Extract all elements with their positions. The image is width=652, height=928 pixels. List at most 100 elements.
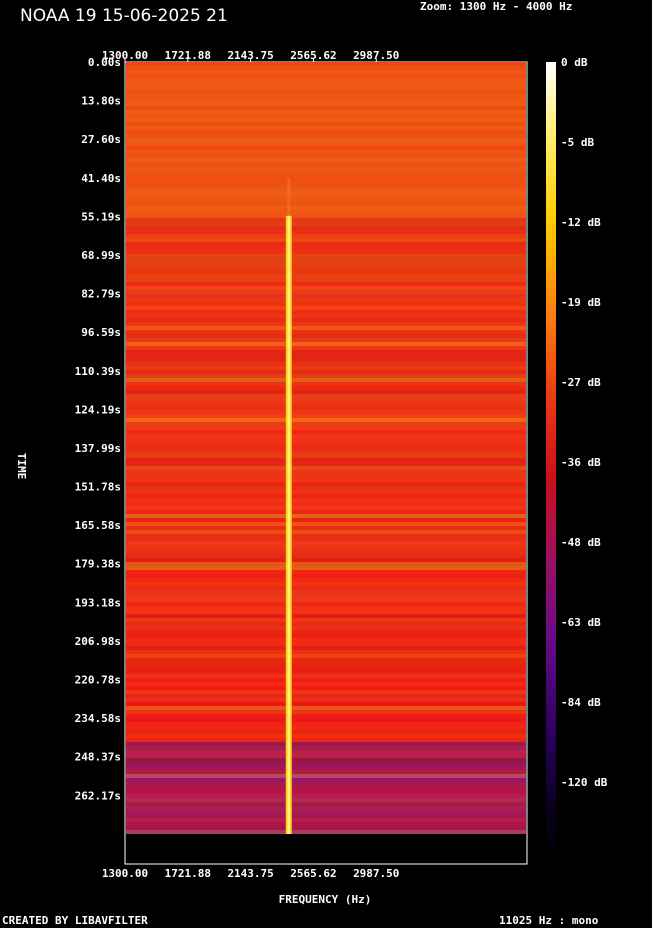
- spectrogram-row: [126, 110, 526, 115]
- y-tick-label: 220.78s: [75, 674, 121, 687]
- spectrogram-row: [126, 382, 526, 387]
- spectrogram-row: [126, 414, 526, 419]
- spectrogram-row: [126, 74, 526, 79]
- spectrogram-row: [126, 474, 526, 479]
- y-tick-label: 82.79s: [81, 288, 121, 301]
- colorbar-label: -63 dB: [561, 616, 601, 629]
- spectrogram-row: [126, 822, 526, 827]
- spectrogram-row: [126, 586, 526, 591]
- spectrogram-row: [126, 274, 526, 279]
- spectrogram-row: [126, 582, 526, 587]
- spectrogram-row: [126, 714, 526, 719]
- spectrogram-row: [126, 594, 526, 599]
- spectrogram-row: [126, 686, 526, 691]
- spectrogram-row: [126, 830, 526, 835]
- spectrogram-row: [126, 662, 526, 667]
- spectrogram-row: [126, 378, 526, 383]
- spectrogram-row: [126, 542, 526, 547]
- spectrogram-row: [126, 458, 526, 463]
- plot-empty-region: [126, 834, 526, 863]
- spectrogram-row: [126, 794, 526, 799]
- spectrogram-row: [126, 426, 526, 431]
- spectrogram-row: [126, 470, 526, 475]
- spectrogram-cells: [126, 62, 526, 835]
- spectrogram-row: [126, 394, 526, 399]
- y-tick-label: 68.99s: [81, 249, 121, 262]
- spectrogram-row: [126, 290, 526, 295]
- spectrogram-row: [126, 386, 526, 391]
- spectrogram-row: [126, 646, 526, 651]
- spectrogram-row: [126, 522, 526, 527]
- y-tick-label: 262.17s: [75, 789, 121, 802]
- spectrogram-row: [126, 754, 526, 759]
- spectrogram-row: [126, 302, 526, 307]
- spectrogram-row: [126, 466, 526, 471]
- spectrogram-row: [126, 490, 526, 495]
- spectrogram-row: [126, 818, 526, 823]
- spectrogram-row: [126, 66, 526, 71]
- spectrogram-row: [126, 258, 526, 263]
- spectrogram-row: [126, 78, 526, 83]
- colorbar-label: -120 dB: [561, 776, 608, 789]
- spectrogram-row: [126, 346, 526, 351]
- spectrogram-row: [126, 114, 526, 119]
- spectrogram-row: [126, 402, 526, 407]
- spectrogram-row: [126, 610, 526, 615]
- spectrogram-row: [126, 138, 526, 143]
- x-ticks-bottom: 1300.00 1721.88 2143.75 2565.62 2987.50: [102, 867, 400, 880]
- x-ticks-top: 1300.00 1721.88 2143.75 2565.62 2987.50: [102, 49, 399, 62]
- x-tick-label-bottom: 1300.00: [102, 867, 148, 880]
- spectrogram-row: [126, 150, 526, 155]
- spectrogram-row: [126, 494, 526, 499]
- spectrogram-row: [126, 250, 526, 255]
- y-tick-label: 124.19s: [75, 403, 121, 416]
- spectrogram-row: [126, 218, 526, 223]
- y-axis-label: TIME: [15, 453, 28, 480]
- spectrogram-row: [126, 766, 526, 771]
- spectrogram-row: [126, 654, 526, 659]
- colorbar-label: 0 dB: [561, 56, 588, 69]
- spectrogram-row: [126, 338, 526, 343]
- spectrogram-row: [126, 246, 526, 251]
- spectrogram-row: [126, 534, 526, 539]
- y-ticks: 0.00s 13.80s 27.60s 41.40s 55.19s 68.99s 82.79…: [75, 56, 121, 802]
- spectrogram-row: [126, 682, 526, 687]
- spectrogram-row: [126, 438, 526, 443]
- spectrogram-row: [126, 314, 526, 319]
- spectrogram-row: [126, 558, 526, 563]
- spectrogram-row: [126, 698, 526, 703]
- spectrogram-row: [126, 546, 526, 551]
- y-tick-label: 137.99s: [75, 442, 121, 455]
- spectrogram-row: [126, 826, 526, 831]
- spectrogram-row: [126, 814, 526, 819]
- colorbar-label: -12 dB: [561, 216, 601, 229]
- colorbar-label: -36 dB: [561, 456, 601, 469]
- x-tick-label-bottom: 2565.62: [290, 867, 336, 880]
- spectrogram-row: [126, 770, 526, 775]
- spectrogram-row: [126, 626, 526, 631]
- spectrogram-row: [126, 430, 526, 435]
- y-tick-label: 165.58s: [75, 519, 121, 532]
- x-tick-label-bottom: 2987.50: [353, 867, 399, 880]
- spectrogram-row: [126, 614, 526, 619]
- spectrogram-row: [126, 86, 526, 91]
- spectrogram-row: [126, 282, 526, 287]
- y-tick-label: 151.78s: [75, 481, 121, 494]
- spectrogram-row: [126, 122, 526, 127]
- spectrogram-row: [126, 422, 526, 427]
- spectrogram-row: [126, 502, 526, 507]
- footer-sample-rate: 11025 Hz : mono: [499, 914, 599, 927]
- spectrogram-row: [126, 510, 526, 515]
- spectrogram-row: [126, 222, 526, 227]
- y-tick-label: 193.18s: [75, 596, 121, 609]
- spectrogram-row: [126, 730, 526, 735]
- spectrogram-row: [126, 326, 526, 331]
- spectrogram-row: [126, 186, 526, 191]
- spectrogram-row: [126, 562, 526, 567]
- spectrogram-row: [126, 718, 526, 723]
- spectrogram-row: [126, 602, 526, 607]
- spectrogram-row: [126, 786, 526, 791]
- spectrogram-row: [126, 206, 526, 211]
- carrier-tone: [285, 177, 292, 834]
- spectrogram-row: [126, 762, 526, 767]
